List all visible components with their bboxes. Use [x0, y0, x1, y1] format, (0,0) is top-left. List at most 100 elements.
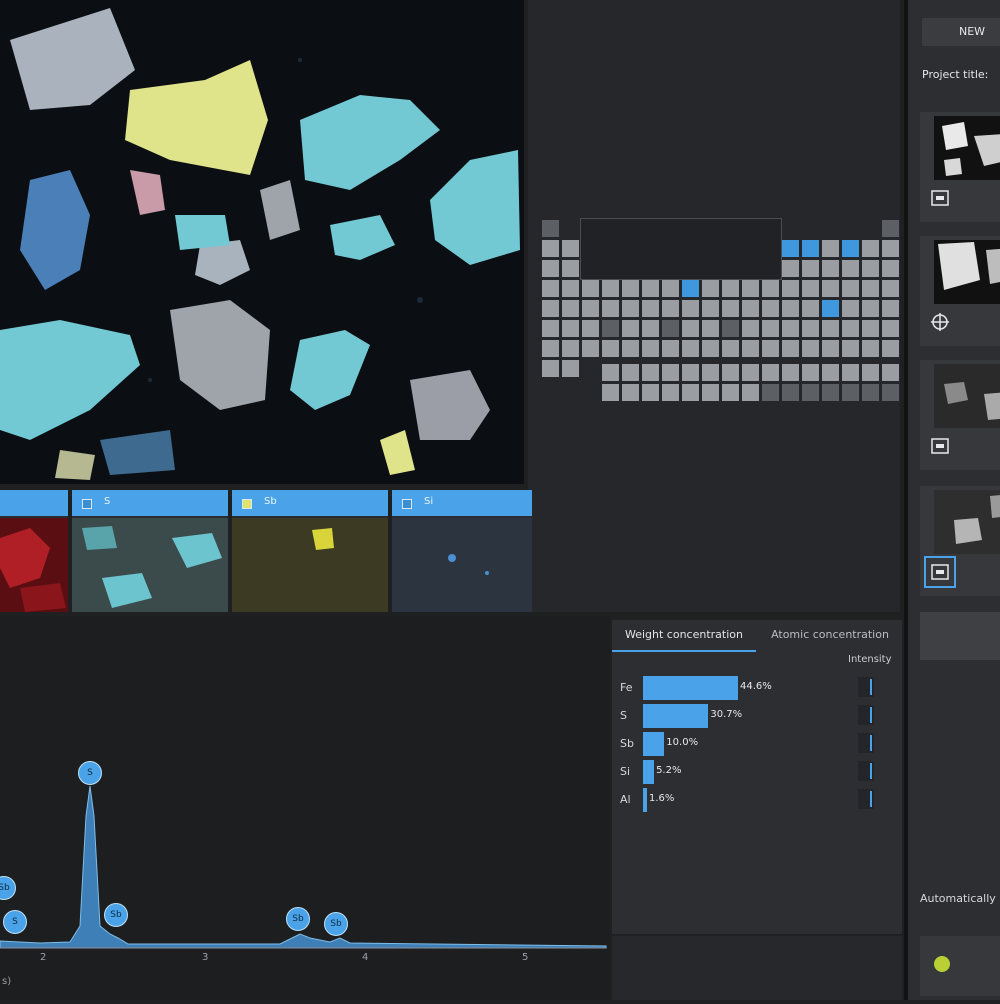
channel-si[interactable]: Si [392, 490, 532, 612]
element-cell[interactable] [622, 340, 639, 357]
element-cell[interactable] [722, 320, 739, 337]
concentration-row[interactable]: Sb 10.0% [612, 730, 902, 758]
element-cell[interactable] [662, 300, 679, 317]
element-cell[interactable] [582, 340, 599, 357]
element-cell[interactable] [542, 280, 559, 297]
element-cell[interactable] [822, 340, 839, 357]
intensity-slider[interactable] [858, 705, 874, 725]
element-cell[interactable] [662, 364, 679, 381]
element-cell[interactable] [582, 320, 599, 337]
element-cell[interactable] [542, 240, 559, 257]
element-cell[interactable] [882, 364, 899, 381]
element-cell[interactable] [802, 340, 819, 357]
project-card-selected[interactable] [920, 486, 1000, 596]
element-cell[interactable] [842, 300, 859, 317]
element-cell[interactable] [822, 364, 839, 381]
channel-s[interactable]: S [72, 490, 228, 612]
element-cell[interactable] [882, 240, 899, 257]
element-cell[interactable] [622, 384, 639, 401]
project-card-empty[interactable] [920, 612, 1000, 660]
element-cell[interactable] [542, 360, 559, 377]
element-cell[interactable] [742, 384, 759, 401]
peak-marker[interactable]: Sb [104, 903, 128, 927]
concentration-row[interactable]: Al 1.6% [612, 786, 902, 814]
element-cell[interactable] [562, 260, 579, 277]
element-cell[interactable] [702, 320, 719, 337]
concentration-row[interactable]: S 30.7% [612, 702, 902, 730]
element-cell[interactable] [682, 384, 699, 401]
element-cell[interactable] [702, 364, 719, 381]
spectrum-plot[interactable] [0, 616, 610, 1000]
element-cell[interactable] [682, 364, 699, 381]
peak-marker[interactable]: S [3, 910, 27, 934]
element-cell[interactable] [782, 280, 799, 297]
element-cell[interactable] [642, 280, 659, 297]
channel-sb[interactable]: Sb [232, 490, 388, 612]
sample-image[interactable] [0, 0, 524, 484]
element-cell[interactable] [822, 280, 839, 297]
element-cell[interactable] [842, 320, 859, 337]
element-cell[interactable] [582, 280, 599, 297]
element-cell[interactable] [662, 340, 679, 357]
element-cell[interactable] [722, 340, 739, 357]
element-cell[interactable] [742, 300, 759, 317]
element-cell[interactable] [782, 240, 799, 257]
element-cell[interactable] [602, 364, 619, 381]
element-cell[interactable] [782, 340, 799, 357]
element-cell[interactable] [762, 320, 779, 337]
peak-marker[interactable]: Sb [324, 912, 348, 936]
element-cell[interactable] [782, 300, 799, 317]
element-cell[interactable] [602, 384, 619, 401]
image-icon[interactable] [930, 188, 950, 208]
element-cell[interactable] [862, 340, 879, 357]
tab-weight-concentration[interactable]: Weight concentration [612, 620, 756, 652]
element-cell[interactable] [582, 300, 599, 317]
element-cell[interactable] [682, 300, 699, 317]
element-cell[interactable] [862, 280, 879, 297]
element-cell[interactable] [762, 280, 779, 297]
element-cell[interactable] [802, 280, 819, 297]
tab-atomic-concentration[interactable]: Atomic concentration [758, 620, 902, 650]
element-cell[interactable] [842, 340, 859, 357]
element-cell[interactable] [882, 220, 899, 237]
channel-checkbox[interactable] [242, 499, 252, 509]
peak-marker[interactable]: S [78, 761, 102, 785]
element-cell[interactable] [562, 280, 579, 297]
channel-fe[interactable] [0, 490, 68, 612]
new-button[interactable]: NEW [922, 18, 1000, 46]
element-cell[interactable] [802, 364, 819, 381]
element-cell[interactable] [882, 384, 899, 401]
element-cell[interactable] [602, 340, 619, 357]
element-cell[interactable] [682, 280, 699, 297]
element-cell[interactable] [602, 320, 619, 337]
image-icon[interactable] [930, 436, 950, 456]
intensity-slider[interactable] [858, 761, 874, 781]
element-cell[interactable] [562, 360, 579, 377]
element-cell[interactable] [882, 320, 899, 337]
channel-checkbox[interactable] [82, 499, 92, 509]
element-cell[interactable] [742, 340, 759, 357]
element-cell[interactable] [682, 320, 699, 337]
intensity-slider[interactable] [858, 677, 874, 697]
element-cell[interactable] [862, 260, 879, 277]
element-cell[interactable] [842, 260, 859, 277]
element-cell[interactable] [662, 320, 679, 337]
element-cell[interactable] [662, 280, 679, 297]
element-cell[interactable] [542, 300, 559, 317]
element-cell[interactable] [622, 280, 639, 297]
intensity-slider[interactable] [858, 789, 874, 809]
element-cell[interactable] [542, 320, 559, 337]
element-cell[interactable] [842, 364, 859, 381]
element-cell[interactable] [862, 300, 879, 317]
element-cell[interactable] [802, 384, 819, 401]
element-cell[interactable] [542, 220, 559, 237]
element-cell[interactable] [822, 240, 839, 257]
element-cell[interactable] [822, 384, 839, 401]
element-cell[interactable] [642, 300, 659, 317]
element-cell[interactable] [562, 240, 579, 257]
image-icon[interactable] [924, 556, 956, 588]
element-cell[interactable] [622, 300, 639, 317]
element-cell[interactable] [722, 384, 739, 401]
element-cell[interactable] [842, 384, 859, 401]
element-cell[interactable] [702, 384, 719, 401]
